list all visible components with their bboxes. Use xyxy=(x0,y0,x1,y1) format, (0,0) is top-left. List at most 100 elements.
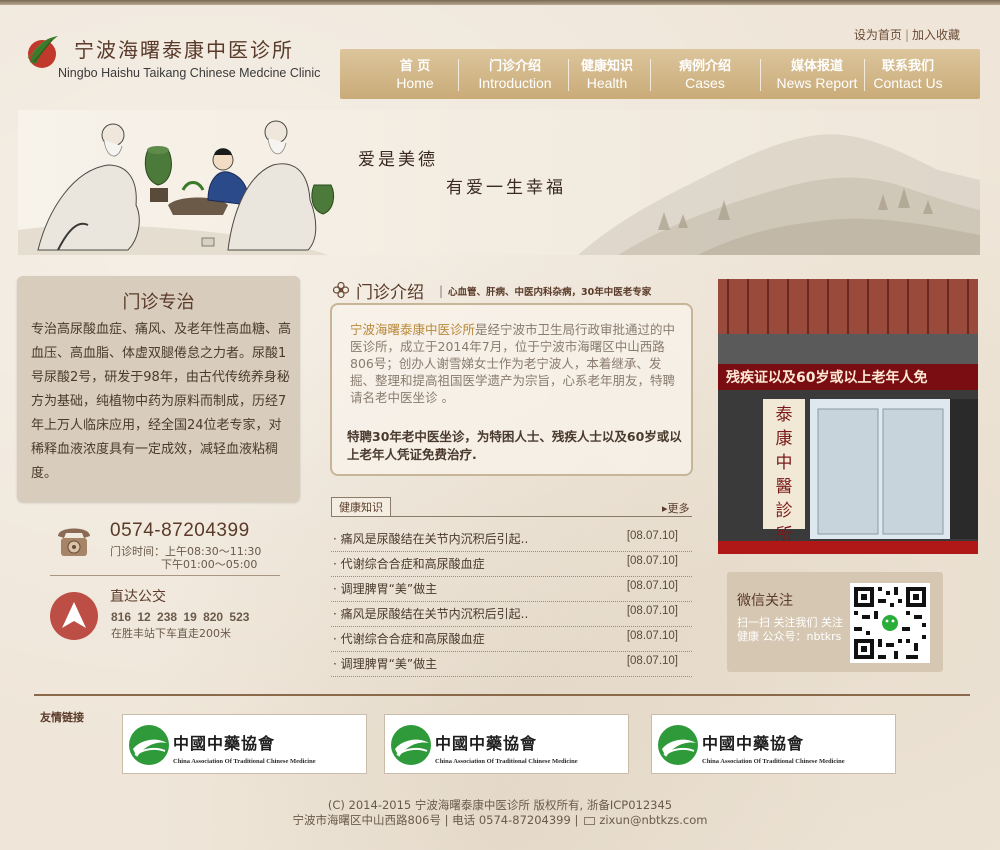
tab-health-knowledge[interactable]: 健康知识 xyxy=(331,497,391,517)
partner-link-tcm-association[interactable]: 中國中藥協會 China Association Of Traditional … xyxy=(651,714,896,774)
partner-link-tcm-association[interactable]: 中國中藥協會 China Association Of Traditional … xyxy=(122,714,367,774)
wechat-text: 扫一扫 关注我们 关注健康 公众号：nbtkrs xyxy=(737,616,843,643)
logo-english-name: Ningbo Haishu Taikang Chinese Medcine Cl… xyxy=(58,66,321,80)
nav-news-report[interactable]: 媒体报道 News Report xyxy=(772,55,862,95)
nav-label-en: Introduction xyxy=(478,75,552,91)
hero-banner: 爱是美德 有爱一生幸福 xyxy=(18,110,980,255)
flower-icon xyxy=(332,281,350,299)
nav-label-en: Health xyxy=(586,75,628,91)
nav-label-cn: 病例介绍 xyxy=(678,59,731,74)
partner-name-cn: 中國中藥協會 xyxy=(173,734,276,753)
set-homepage-link[interactable]: 设为首页 xyxy=(854,28,902,42)
intro-text: 宁波海曙泰康中医诊所是经宁波市卫生局行政审批通过的中医诊所，成立于2014年7月… xyxy=(350,321,680,406)
specialty-panel: 门诊专治 专治高尿酸血症、痛风、及老年性高血糖、高血压、高血脂、体虚双腿倦怠之力… xyxy=(17,276,300,502)
tcm-association-logo-icon xyxy=(658,725,698,765)
top-border xyxy=(0,0,1000,5)
intro-title: 门诊介绍 xyxy=(356,283,424,303)
intro-free-treatment: 特聘30年老中医坐诊，为特困人士、残疾人士以及60岁或以上老年人凭证免费治疗. xyxy=(347,429,682,462)
phone-number[interactable]: 0574-87204399 xyxy=(110,520,250,542)
intro-box: 宁波海曙泰康中医诊所是经宁波市卫生局行政审批通过的中医诊所，成立于2014年7月… xyxy=(330,303,693,476)
news-list: · 痛风是尿酸结在关节内沉积后引起.. [08.07.10] · 代谢综合合症和… xyxy=(331,527,692,677)
nav-contact-us[interactable]: 联系我们 Contact Us xyxy=(872,55,944,95)
telephone-icon xyxy=(58,528,90,556)
news-item[interactable]: · 痛风是尿酸结在关节内沉积后引起.. [08.07.10] xyxy=(331,527,692,552)
nav-health[interactable]: 健康知识 Health xyxy=(572,55,642,95)
nav-label-cn: 门诊介绍 xyxy=(488,59,541,74)
storefront-led-banner: 残疾证以及60岁或以上老年人免 xyxy=(718,364,978,390)
mail-icon xyxy=(584,816,596,825)
tcm-association-logo-icon xyxy=(391,725,431,765)
clinic-storefront-photo: 残疾证以及60岁或以上老年人免 泰康中醫診所 xyxy=(718,279,978,554)
partner-name-en: China Association Of Traditional Chinese… xyxy=(702,758,845,765)
news-date: [08.07.10] xyxy=(626,530,678,542)
nav-divider xyxy=(864,59,865,91)
main-nav: 首 页 Home 门诊介绍 Introduction 健康知识 Health 病… xyxy=(340,49,980,99)
intro-subtitle: 心血管、肝病、中医内科杂病，30年中医老专家 xyxy=(448,287,652,298)
nav-label-en: Home xyxy=(396,75,434,91)
news-title: · 调理脾胃“美”做主 xyxy=(333,582,438,596)
news-item[interactable]: · 调理脾胃“美”做主 [08.07.10] xyxy=(331,577,692,602)
bus-title: 直达公交 xyxy=(110,589,166,605)
more-link[interactable]: ▸更多 xyxy=(662,500,690,516)
nav-label-cn: 联系我们 xyxy=(881,59,934,74)
bus-direction-icon xyxy=(50,592,98,640)
friend-links-label: 友情链接 xyxy=(40,711,84,724)
nav-home[interactable]: 首 页 Home xyxy=(380,55,450,95)
footer-address: 宁波市海曙区中山西路806号 | 电话 0574-87204399 | xyxy=(292,813,579,827)
nav-label-en: News Report xyxy=(776,75,858,91)
banner-slogan-2: 有爱一生幸福 xyxy=(446,178,566,198)
nav-divider xyxy=(568,59,569,91)
news-date: [08.07.10] xyxy=(626,555,678,567)
nav-divider xyxy=(650,59,651,91)
news-divider xyxy=(331,516,692,517)
partner-name-en: China Association Of Traditional Chinese… xyxy=(173,758,316,765)
news-item[interactable]: · 代谢综合合症和高尿酸血症 [08.07.10] xyxy=(331,552,692,577)
site-logo[interactable]: 宁波海曙泰康中医诊所 Ningbo Haishu Taikang Chinese… xyxy=(22,30,322,86)
storefront-banner-text: 残疾证以及60岁或以上老年人免 xyxy=(726,370,928,386)
news-title: · 痛风是尿酸结在关节内沉积后引起.. xyxy=(333,607,529,621)
news-item[interactable]: · 调理脾胃“美”做主 [08.07.10] xyxy=(331,652,692,677)
footer-email[interactable]: zixun@nbtkzs.com xyxy=(599,813,707,827)
news-item[interactable]: · 代谢综合合症和高尿酸血症 [08.07.10] xyxy=(331,627,692,652)
more-label: 更多 xyxy=(667,502,690,515)
partner-link-tcm-association[interactable]: 中國中藥協會 China Association Of Traditional … xyxy=(384,714,629,774)
news-date: [08.07.10] xyxy=(626,655,678,667)
nav-label-cn: 首 页 xyxy=(399,59,431,74)
intro-separator: | xyxy=(439,284,444,298)
news-title: · 痛风是尿酸结在关节内沉积后引起.. xyxy=(333,532,529,546)
specialty-text: 专治高尿酸血症、痛风、及老年性高血糖、高血压、高血脂、体虚双腿倦怠之力者。尿酸1… xyxy=(31,322,292,481)
news-date: [08.07.10] xyxy=(626,605,678,617)
bus-lines: 816 12 238 19 820 523 xyxy=(111,610,250,624)
tcm-association-logo-icon xyxy=(129,725,169,765)
qr-code-icon xyxy=(854,587,926,659)
leaf-logo-icon xyxy=(27,36,58,68)
bus-note: 在胜丰站下车直走200米 xyxy=(111,627,231,640)
nav-cases[interactable]: 病例介绍 Cases xyxy=(660,55,750,95)
nav-label-cn: 健康知识 xyxy=(580,59,633,74)
storefront-vertical-sign: 泰康中醫診所 xyxy=(763,399,805,545)
news-date: [08.07.10] xyxy=(626,580,678,592)
footer-contact: 宁波市海曙区中山西路806号 | 电话 0574-87204399 | zixun… xyxy=(0,812,1000,828)
toplink-separator: | xyxy=(904,28,909,42)
logo-chinese-name: 宁波海曙泰康中医诊所 xyxy=(74,38,294,62)
nav-divider xyxy=(458,59,459,91)
wechat-title: 微信关注 xyxy=(737,593,793,609)
clinic-hours-afternoon: 下午01:00～05:00 xyxy=(161,558,258,571)
nav-introduction[interactable]: 门诊介绍 Introduction xyxy=(470,55,560,95)
footer-divider xyxy=(34,694,970,696)
storefront-illustration xyxy=(718,279,978,554)
add-favorite-link[interactable]: 加入收藏 xyxy=(912,28,960,42)
clinic-name-highlight: 宁波海曙泰康中医诊所 xyxy=(350,322,476,337)
footer-copyright: (C) 2014-2015 宁波海曙泰康中医诊所 版权所有, 浙备ICP0123… xyxy=(327,798,673,812)
news-date: [08.07.10] xyxy=(626,630,678,642)
wechat-qr-code[interactable] xyxy=(850,583,930,663)
nav-divider xyxy=(760,59,761,91)
banner-slogan-1: 爱是美德 xyxy=(358,150,438,170)
nav-label-cn: 媒体报道 xyxy=(790,59,843,74)
partner-name-en: China Association Of Traditional Chinese… xyxy=(435,758,578,765)
nav-label-en: Cases xyxy=(685,75,725,91)
specialty-title: 门诊专治 xyxy=(122,292,195,313)
partner-name-cn: 中國中藥協會 xyxy=(702,734,805,753)
news-item[interactable]: · 痛风是尿酸结在关节内沉积后引起.. [08.07.10] xyxy=(331,602,692,627)
top-links: 设为首页 | 加入收藏 xyxy=(854,26,960,43)
